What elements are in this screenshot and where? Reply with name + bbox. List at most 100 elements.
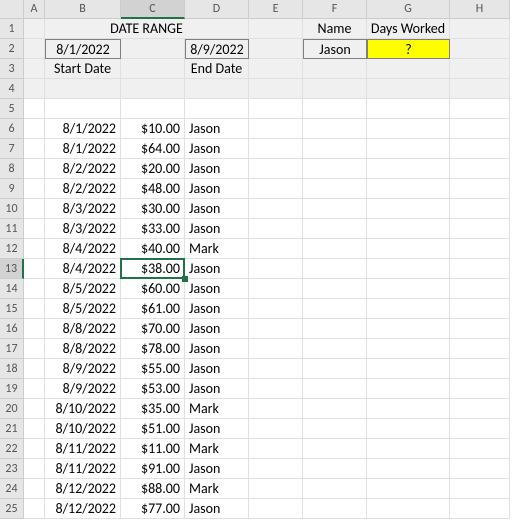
cell-E16[interactable] bbox=[249, 319, 303, 339]
cell-B17[interactable]: 8/8/2022 bbox=[45, 339, 121, 359]
cell-D10[interactable]: Jason bbox=[185, 199, 249, 219]
cell-B19[interactable]: 8/9/2022 bbox=[45, 379, 121, 399]
cell-G19[interactable] bbox=[367, 379, 450, 399]
cell-C23[interactable]: $91.00 bbox=[121, 459, 185, 479]
cell-A6[interactable] bbox=[24, 119, 45, 139]
cell-A25[interactable] bbox=[24, 499, 45, 519]
cell-C22[interactable]: $11.00 bbox=[121, 439, 185, 459]
cell-E23[interactable] bbox=[249, 459, 303, 479]
cell-C9[interactable]: $48.00 bbox=[121, 179, 185, 199]
cell-D24[interactable]: Mark bbox=[185, 479, 249, 499]
cell-A19[interactable] bbox=[24, 379, 45, 399]
cell-E13[interactable] bbox=[249, 259, 303, 279]
col-header-E[interactable]: E bbox=[249, 0, 303, 19]
cell-A23[interactable] bbox=[24, 459, 45, 479]
cell-C2[interactable] bbox=[121, 39, 185, 59]
cell-H17[interactable] bbox=[450, 339, 510, 359]
cell-H20[interactable] bbox=[450, 399, 510, 419]
cell-E1[interactable] bbox=[249, 19, 303, 39]
cell-E4[interactable] bbox=[249, 79, 303, 99]
col-header-F[interactable]: F bbox=[303, 0, 367, 19]
row-header-13[interactable]: 13 bbox=[0, 259, 24, 279]
cell-B18[interactable]: 8/9/2022 bbox=[45, 359, 121, 379]
cell-A18[interactable] bbox=[24, 359, 45, 379]
cell-E2[interactable] bbox=[249, 39, 303, 59]
cell-B9[interactable]: 8/2/2022 bbox=[45, 179, 121, 199]
cell-B8[interactable]: 8/2/2022 bbox=[45, 159, 121, 179]
cell-F14[interactable] bbox=[303, 279, 367, 299]
cell-E14[interactable] bbox=[249, 279, 303, 299]
cell-G20[interactable] bbox=[367, 399, 450, 419]
cell-H11[interactable] bbox=[450, 219, 510, 239]
row-header-17[interactable]: 17 bbox=[0, 339, 24, 359]
cell-A9[interactable] bbox=[24, 179, 45, 199]
cell-E12[interactable] bbox=[249, 239, 303, 259]
cell-C21[interactable]: $51.00 bbox=[121, 419, 185, 439]
cell-C5[interactable] bbox=[121, 99, 185, 119]
col-header-H[interactable]: H bbox=[450, 0, 510, 19]
cell-E22[interactable] bbox=[249, 439, 303, 459]
cell-E11[interactable] bbox=[249, 219, 303, 239]
cell-B20[interactable]: 8/10/2022 bbox=[45, 399, 121, 419]
cell-F10[interactable] bbox=[303, 199, 367, 219]
cell-A13[interactable] bbox=[24, 259, 45, 279]
cell-B13[interactable]: 8/4/2022 bbox=[45, 259, 121, 279]
cell-H8[interactable] bbox=[450, 159, 510, 179]
days-worked-header[interactable]: Days Worked bbox=[367, 19, 450, 39]
row-header-3[interactable]: 3 bbox=[0, 59, 24, 79]
cell-B6[interactable]: 8/1/2022 bbox=[45, 119, 121, 139]
cell-H3[interactable] bbox=[450, 59, 510, 79]
row-header-11[interactable]: 11 bbox=[0, 219, 24, 239]
cell-F13[interactable] bbox=[303, 259, 367, 279]
cell-D19[interactable]: Jason bbox=[185, 379, 249, 399]
cell-H24[interactable] bbox=[450, 479, 510, 499]
cell-D11[interactable]: Jason bbox=[185, 219, 249, 239]
date-range-title[interactable]: DATE RANGE bbox=[45, 19, 249, 39]
cell-D17[interactable]: Jason bbox=[185, 339, 249, 359]
cell-F17[interactable] bbox=[303, 339, 367, 359]
row-header-25[interactable]: 25 bbox=[0, 499, 24, 519]
cell-G14[interactable] bbox=[367, 279, 450, 299]
col-header-A[interactable]: A bbox=[24, 0, 45, 19]
cell-F24[interactable] bbox=[303, 479, 367, 499]
cell-F3[interactable] bbox=[303, 59, 367, 79]
cell-C10[interactable]: $30.00 bbox=[121, 199, 185, 219]
cell-A14[interactable] bbox=[24, 279, 45, 299]
cell-A16[interactable] bbox=[24, 319, 45, 339]
cell-A1[interactable] bbox=[24, 19, 45, 39]
cell-B24[interactable]: 8/12/2022 bbox=[45, 479, 121, 499]
cell-H5[interactable] bbox=[450, 99, 510, 119]
cell-C20[interactable]: $35.00 bbox=[121, 399, 185, 419]
cell-D4[interactable] bbox=[185, 79, 249, 99]
cell-D23[interactable]: Jason bbox=[185, 459, 249, 479]
cell-F7[interactable] bbox=[303, 139, 367, 159]
cell-H21[interactable] bbox=[450, 419, 510, 439]
end-date-label[interactable]: End Date bbox=[185, 59, 249, 79]
cell-F4[interactable] bbox=[303, 79, 367, 99]
cell-D20[interactable]: Mark bbox=[185, 399, 249, 419]
cell-H14[interactable] bbox=[450, 279, 510, 299]
cell-H9[interactable] bbox=[450, 179, 510, 199]
cell-E10[interactable] bbox=[249, 199, 303, 219]
row-header-12[interactable]: 12 bbox=[0, 239, 24, 259]
cell-F23[interactable] bbox=[303, 459, 367, 479]
cell-F11[interactable] bbox=[303, 219, 367, 239]
cell-H6[interactable] bbox=[450, 119, 510, 139]
cell-A12[interactable] bbox=[24, 239, 45, 259]
cell-H4[interactable] bbox=[450, 79, 510, 99]
cell-D21[interactable]: Jason bbox=[185, 419, 249, 439]
cell-G18[interactable] bbox=[367, 359, 450, 379]
cell-F9[interactable] bbox=[303, 179, 367, 199]
cell-E20[interactable] bbox=[249, 399, 303, 419]
cell-H1[interactable] bbox=[450, 19, 510, 39]
cell-G15[interactable] bbox=[367, 299, 450, 319]
cell-G8[interactable] bbox=[367, 159, 450, 179]
cells-area[interactable]: DATE RANGE Name Days Worked 8/1/2022 8/9… bbox=[24, 19, 510, 519]
cell-B22[interactable]: 8/11/2022 bbox=[45, 439, 121, 459]
cell-G12[interactable] bbox=[367, 239, 450, 259]
cell-D22[interactable]: Mark bbox=[185, 439, 249, 459]
row-header-14[interactable]: 14 bbox=[0, 279, 24, 299]
cell-H19[interactable] bbox=[450, 379, 510, 399]
cell-G24[interactable] bbox=[367, 479, 450, 499]
col-header-B[interactable]: B bbox=[45, 0, 121, 19]
